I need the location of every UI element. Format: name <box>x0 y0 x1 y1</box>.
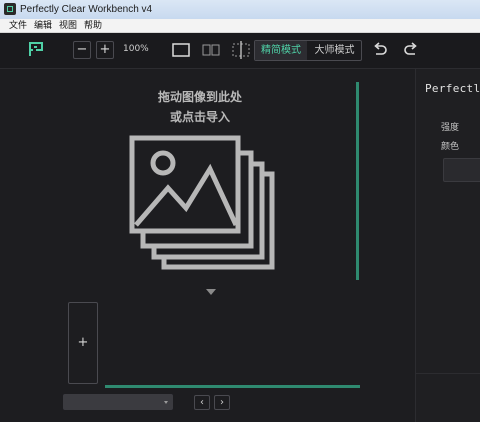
preset-dropdown[interactable] <box>63 394 173 410</box>
expand-arrow-icon[interactable] <box>206 289 216 295</box>
split-view-icon[interactable] <box>231 41 251 59</box>
zoom-level: 100% <box>123 44 149 54</box>
panel-separator <box>416 373 480 374</box>
tab-simple-mode[interactable]: 精简模式 <box>255 41 307 60</box>
menu-edit[interactable]: 编辑 <box>34 20 52 31</box>
next-image-button[interactable]: › <box>214 395 230 410</box>
panel-title: Perfectl <box>425 82 480 95</box>
horizontal-scrollbar[interactable] <box>105 385 360 388</box>
redo-icon[interactable] <box>403 42 419 58</box>
panel-dropdown[interactable] <box>443 158 480 182</box>
menu-help[interactable]: 帮助 <box>84 20 102 31</box>
drop-hint-line2: 或点击导入 <box>169 110 230 124</box>
add-image-button[interactable]: + <box>68 302 98 384</box>
side-by-side-view-icon[interactable] <box>202 42 220 58</box>
zoom-in-button[interactable]: + <box>96 41 114 59</box>
window-title: Perfectly Clear Workbench v4 <box>20 4 153 15</box>
tab-master-mode[interactable]: 大师模式 <box>308 41 361 60</box>
drop-hint-line1: 拖动图像到此处 <box>157 90 242 104</box>
menu-view[interactable]: 视图 <box>59 20 77 31</box>
image-stack-icon[interactable] <box>128 133 283 273</box>
vertical-scrollbar[interactable] <box>356 82 359 280</box>
app-icon <box>4 3 16 15</box>
undo-icon[interactable] <box>372 42 388 58</box>
prev-image-button[interactable]: ‹ <box>194 395 210 410</box>
zoom-out-button[interactable]: − <box>73 41 91 59</box>
single-view-icon[interactable] <box>172 42 190 58</box>
menu-file[interactable]: 文件 <box>9 20 27 31</box>
strength-label: 强度 <box>441 123 460 133</box>
app-logo-icon <box>29 42 43 56</box>
color-label: 颜色 <box>441 142 460 152</box>
